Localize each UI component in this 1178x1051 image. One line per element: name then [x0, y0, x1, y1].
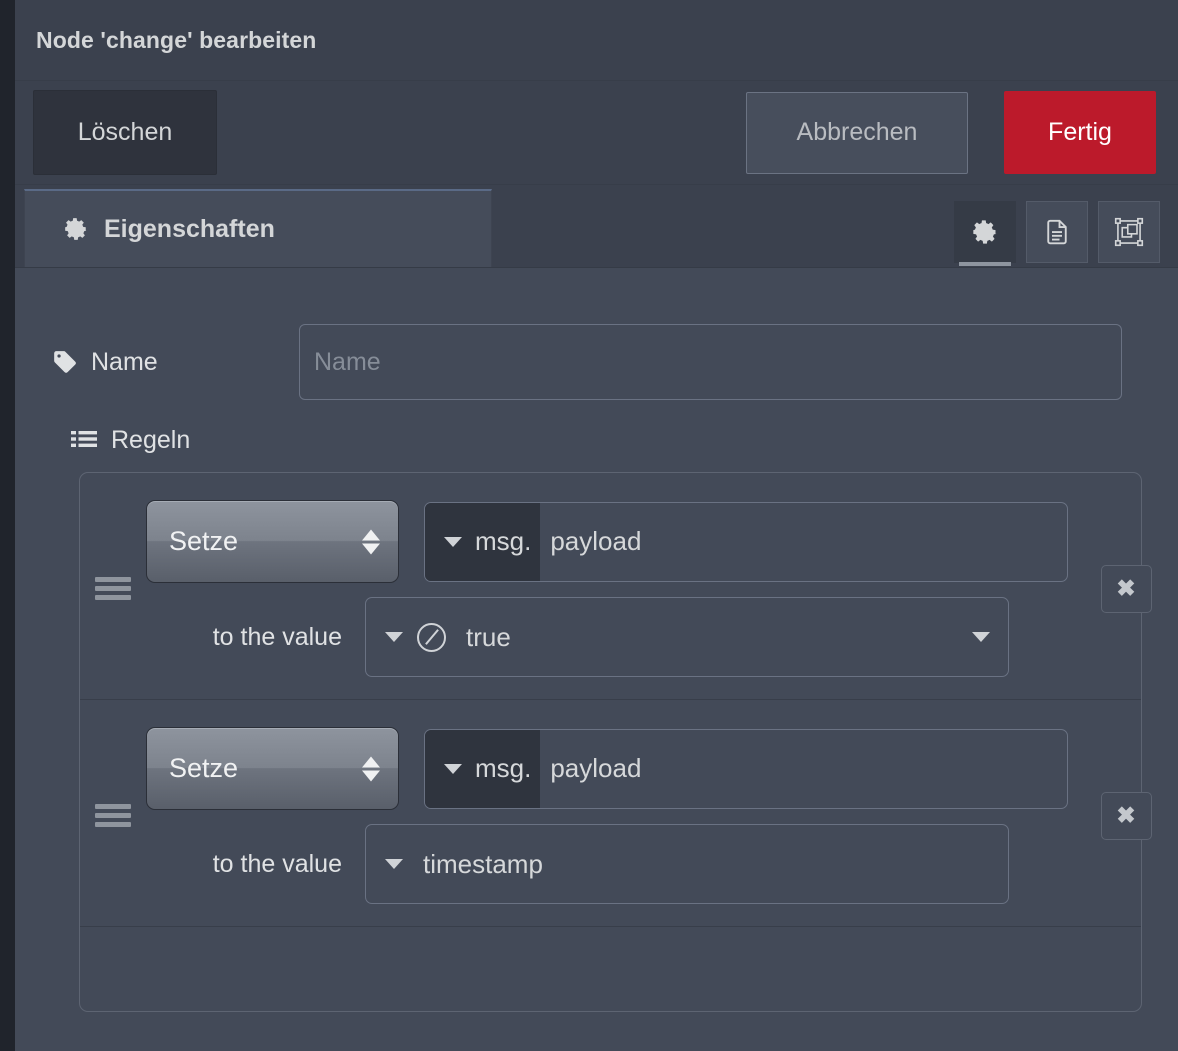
rule-value-typed-input[interactable]: timestamp: [365, 824, 1009, 904]
chevron-down-icon[interactable]: [972, 632, 990, 642]
tab-icon-buttons: [954, 201, 1160, 266]
name-label: Name: [52, 348, 299, 377]
rule-property-prefix: msg.: [475, 526, 532, 556]
appearance-icon: [1113, 216, 1145, 248]
rule-property-typed-input: msg.: [424, 728, 1068, 809]
rule-value-line: to the value timestamp: [146, 824, 1068, 904]
name-input[interactable]: [299, 324, 1122, 400]
gear-icon: [63, 216, 89, 242]
chevron-down-icon: [385, 632, 403, 642]
rule-property-type-select[interactable]: msg.: [425, 729, 541, 808]
rule-row: Setze msg.: [80, 473, 1152, 700]
rules-label-text: Regeln: [111, 426, 191, 454]
rule-delete-wrapper: ✖: [1068, 564, 1178, 613]
description-icon-button[interactable]: [1026, 201, 1088, 263]
appearance-icon-button[interactable]: [1098, 201, 1160, 263]
properties-icon-button[interactable]: [954, 201, 1016, 266]
delete-button[interactable]: Löschen: [33, 90, 217, 175]
rule-row: Setze msg.: [80, 700, 1152, 927]
rule-property-prefix: msg.: [475, 753, 532, 783]
stepper-arrows-icon: [362, 529, 380, 554]
gear-icon: [971, 218, 999, 246]
dialog-body: Name Regeln: [15, 268, 1178, 1051]
rule-value-text: true: [466, 621, 511, 652]
rule-value-label: to the value: [212, 849, 342, 878]
drag-handle-icon[interactable]: [80, 573, 146, 604]
rule-action-value: Setze: [169, 526, 239, 556]
rule-fields: Setze msg.: [146, 500, 1068, 677]
chevron-down-icon: [444, 763, 462, 774]
page-title: Node 'change' bearbeiten: [36, 26, 317, 53]
dialog-toolbar: Löschen Abbrechen Fertig: [15, 81, 1178, 185]
rule-action-value: Setze: [169, 753, 239, 783]
toolbar-actions: Abbrechen Fertig: [746, 91, 1156, 174]
tab-strip: Eigenschaften: [15, 185, 1178, 268]
drag-handle-icon[interactable]: [80, 800, 146, 831]
stepper-arrows-icon: [362, 756, 380, 781]
rule-property-type-select[interactable]: msg.: [425, 502, 541, 581]
dialog-header: Node 'change' bearbeiten: [15, 0, 1178, 81]
rule-action-line: Setze msg.: [146, 727, 1068, 810]
rule-property-input[interactable]: [540, 729, 1067, 808]
rules-section-label: Regeln: [71, 426, 1141, 455]
name-row: Name: [52, 324, 1141, 400]
list-icon: [71, 430, 97, 452]
rule-fields: Setze msg.: [146, 727, 1068, 904]
cancel-button[interactable]: Abbrechen: [746, 91, 968, 174]
name-label-text: Name: [91, 347, 158, 376]
rule-value-label: to the value: [212, 622, 342, 651]
tag-icon: [52, 349, 78, 375]
tab-label: Eigenschaften: [104, 214, 275, 243]
rule-action-select[interactable]: Setze: [146, 500, 399, 583]
rules-container: Setze msg. payload to the value true ✖ S…: [79, 472, 1152, 1012]
edit-node-dialog: Node 'change' bearbeiten Löschen Abbrech…: [15, 0, 1178, 1051]
rule-action-line: Setze msg.: [146, 500, 1068, 583]
chevron-down-icon: [444, 536, 462, 547]
done-button[interactable]: Fertig: [1004, 91, 1156, 174]
rule-delete-wrapper: ✖: [1068, 791, 1178, 840]
rule-value-text: timestamp: [423, 848, 543, 879]
delete-rule-button[interactable]: ✖: [1100, 564, 1152, 613]
rule-action-select[interactable]: Setze: [146, 727, 399, 810]
rule-property-input[interactable]: [540, 502, 1067, 581]
chevron-down-icon: [385, 859, 403, 869]
page-root: Node 'change' bearbeiten Löschen Abbrech…: [0, 0, 1178, 1051]
document-icon: [1042, 217, 1072, 247]
rule-value-line: to the value true: [146, 597, 1068, 677]
rule-property-typed-input: msg.: [424, 501, 1068, 582]
boolean-icon: [417, 622, 446, 652]
delete-rule-button[interactable]: ✖: [1100, 791, 1152, 840]
rule-value-typed-input[interactable]: true: [365, 597, 1009, 677]
tab-properties[interactable]: Eigenschaften: [24, 189, 492, 267]
